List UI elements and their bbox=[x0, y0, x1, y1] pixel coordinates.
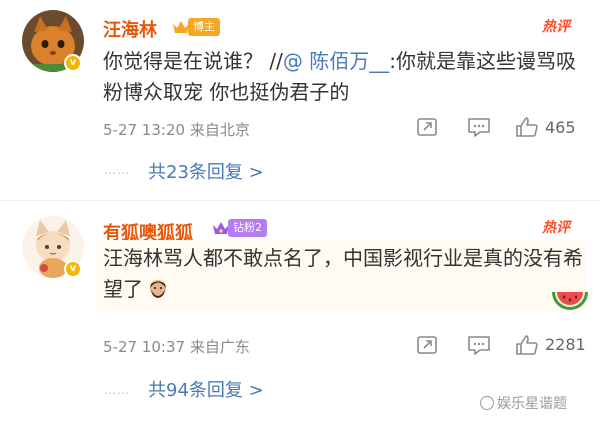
like-count: 2281 bbox=[545, 335, 586, 354]
divider bbox=[0, 200, 600, 201]
comment-item: v 汪海林 博主 热评 你觉得是在说谁？ //@ 陈佰万__:你就是靠这些谩骂吸… bbox=[0, 0, 600, 202]
comment-meta: 5-27 10:37 来自广东 bbox=[103, 336, 250, 357]
reply-dots: …… bbox=[104, 163, 130, 177]
reply-dots: …… bbox=[104, 383, 130, 397]
mention-link[interactable]: @ 陈佰万__ bbox=[283, 49, 389, 73]
view-replies-link[interactable]: 共23条回复 > bbox=[148, 158, 264, 184]
username[interactable]: 汪海林 bbox=[103, 16, 157, 42]
watermark-logo-icon bbox=[480, 396, 494, 410]
verified-badge-icon: v bbox=[64, 260, 82, 278]
bearded-face-emoji-icon bbox=[150, 280, 166, 298]
like-count: 465 bbox=[545, 118, 576, 137]
view-replies-link[interactable]: 共94条回复 > bbox=[148, 376, 264, 402]
comment-date: 5-27 13:20 bbox=[103, 121, 186, 139]
comment-text: 汪海林骂人都不敢点名了，中国影视行业是真的没有希望了 bbox=[103, 246, 583, 301]
comment-text: 你觉得是在说谁？ //@ 陈佰万__:你就是靠这些谩骂吸粉博众取宠 你也挺伪君子… bbox=[103, 49, 576, 104]
repost-icon[interactable] bbox=[416, 334, 440, 356]
comment-location: 来自北京 bbox=[189, 121, 250, 139]
comment-item: v 有狐噢狐狐 钻粉2 热评 汪海林骂人都不敢点名了，中国影视行业是真的没有希望… bbox=[0, 202, 600, 423]
watermark: 娱乐星谐题 bbox=[480, 393, 567, 413]
rank-tag: 博主 bbox=[188, 18, 220, 36]
hot-comment-label: 热评 bbox=[542, 220, 570, 236]
hot-comment-label: 热评 bbox=[542, 19, 570, 35]
verified-badge-icon: v bbox=[64, 54, 82, 72]
comment-icon[interactable] bbox=[467, 334, 491, 356]
comment-location: 来自广东 bbox=[189, 338, 250, 356]
repost-icon[interactable] bbox=[416, 116, 440, 138]
thumbs-up-icon[interactable] bbox=[515, 334, 539, 356]
comment-date: 5-27 10:37 bbox=[103, 338, 186, 356]
rank-tag: 钻粉2 bbox=[228, 219, 267, 237]
comment-icon[interactable] bbox=[467, 116, 491, 138]
comment-meta: 5-27 13:20 来自北京 bbox=[103, 119, 250, 140]
watermelon-icon bbox=[552, 292, 588, 310]
thumbs-up-icon[interactable] bbox=[515, 116, 539, 138]
